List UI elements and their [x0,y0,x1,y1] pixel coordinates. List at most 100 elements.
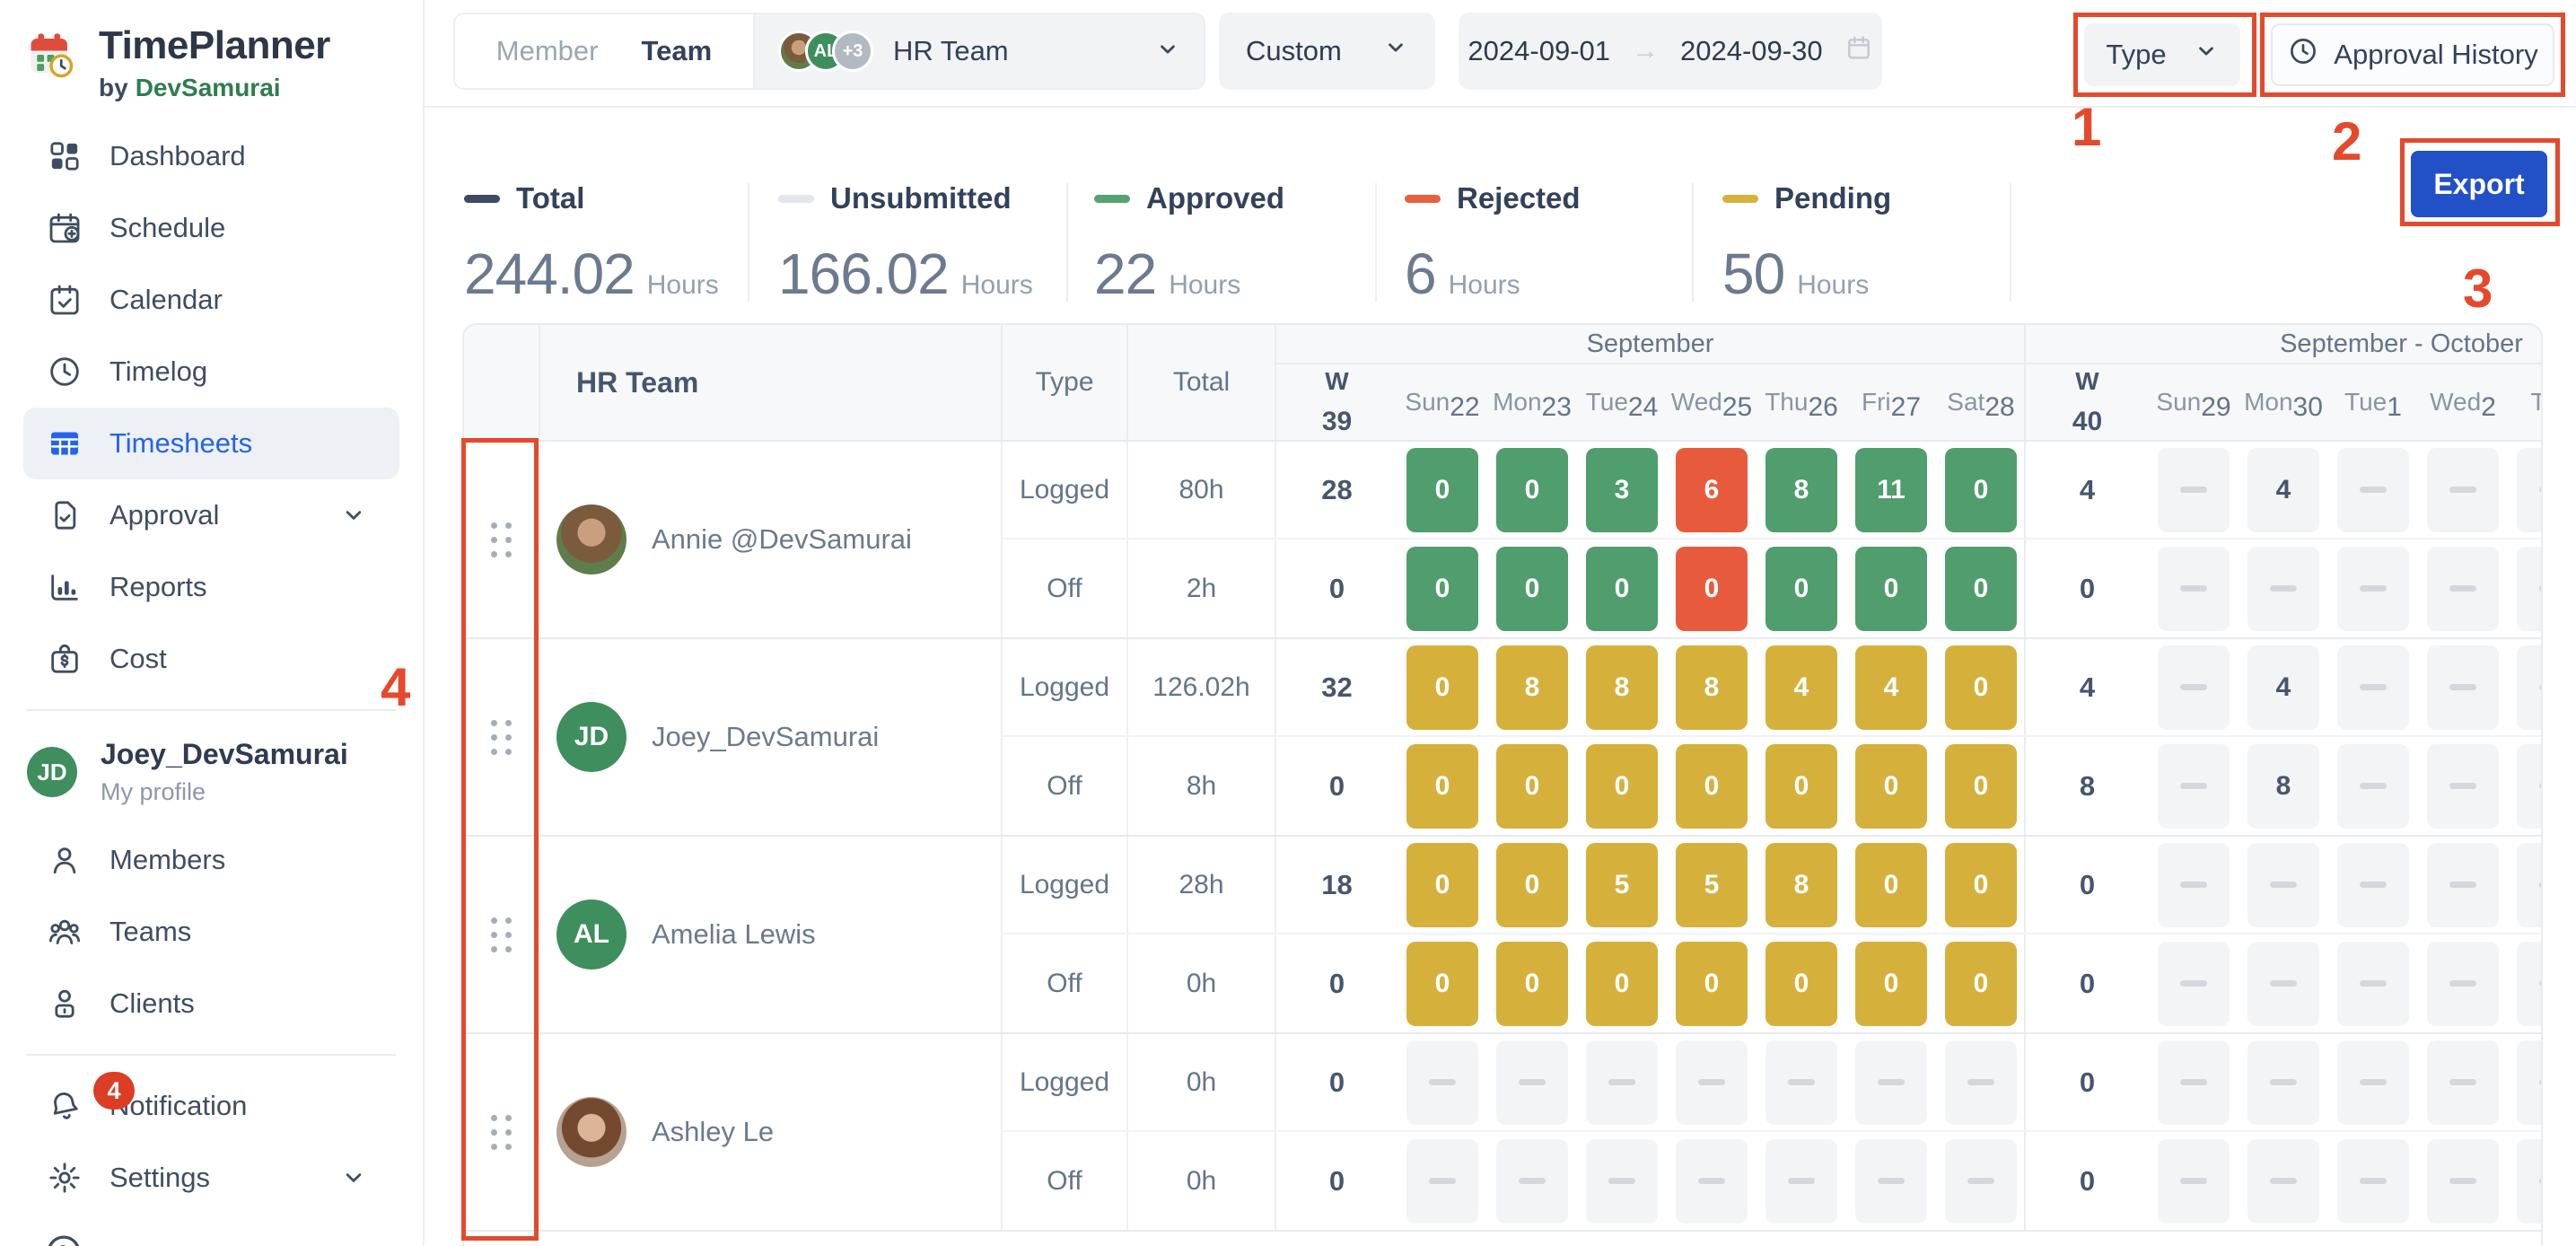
member-cell[interactable]: JDJoey_DevSamurai [540,639,1003,835]
day-cell[interactable] [1496,1040,1568,1125]
day-cell[interactable]: 8 [1766,448,1837,532]
day-cell[interactable] [2517,1040,2543,1125]
day-cell[interactable]: 5 [1586,843,1658,927]
sidebar-profile[interactable]: JD Joey_DevSamurai My profile [0,725,423,819]
day-cell[interactable] [2247,942,2319,1026]
day-cell[interactable] [1766,1040,1837,1125]
day-cell[interactable] [2427,448,2499,532]
day-cell[interactable]: 0 [1676,942,1748,1026]
day-cell[interactable] [1855,1139,1927,1224]
day-cell[interactable]: 0 [1496,942,1568,1026]
sidebar-item-members[interactable]: Members [23,824,399,896]
day-cell[interactable] [1496,1139,1568,1224]
member-cell[interactable]: ALAmelia Lewis [540,837,1003,1032]
day-cell[interactable] [2427,645,2499,730]
day-cell[interactable] [2517,744,2543,829]
sidebar-item-settings[interactable]: Settings [23,1142,399,1214]
day-cell[interactable] [1855,1040,1927,1125]
help-icon[interactable] [43,1232,84,1246]
day-cell[interactable] [2337,843,2409,927]
day-cell[interactable]: 0 [1766,744,1837,829]
day-cell[interactable]: 6 [1676,448,1748,532]
sidebar-item-clients[interactable]: Clients [23,968,399,1040]
day-cell[interactable]: 0 [1855,547,1927,631]
sidebar-item-approval[interactable]: Approval [23,479,399,551]
day-cell[interactable]: 0 [1496,744,1568,829]
date-preset-select[interactable]: Custom [1219,13,1435,90]
day-cell[interactable]: 4 [2247,448,2319,532]
day-cell[interactable] [2158,744,2230,829]
day-cell[interactable] [2337,448,2409,532]
day-cell[interactable]: 0 [1766,547,1837,631]
sidebar-item-cost[interactable]: Cost [23,623,399,695]
day-cell[interactable]: 0 [1496,843,1568,927]
day-cell[interactable] [2158,843,2230,927]
day-cell[interactable] [2158,448,2230,532]
day-cell[interactable]: 0 [1945,645,2017,730]
day-cell[interactable]: 11 [1855,448,1927,532]
sidebar-item-timelog[interactable]: Timelog [23,336,399,408]
day-cell[interactable]: 0 [1945,547,2017,631]
drag-handle[interactable] [491,720,512,755]
day-cell[interactable] [2247,1040,2319,1125]
drag-handle[interactable] [491,917,512,952]
day-cell[interactable]: 0 [1855,843,1927,927]
day-cell[interactable] [2517,547,2543,631]
team-selector[interactable]: AL +3 HR Team [753,14,1204,88]
approval-history-button[interactable]: Approval History [2271,23,2554,86]
day-cell[interactable]: 0 [1406,448,1478,532]
day-cell[interactable] [2158,645,2230,730]
day-cell[interactable] [1406,1040,1478,1125]
toggle-team[interactable]: Team [642,35,713,67]
member-cell[interactable]: Annie @DevSamurai [540,442,1003,637]
day-cell[interactable]: 0 [1406,645,1478,730]
type-filter-dropdown[interactable]: Type [2084,23,2240,86]
sidebar-item-dashboard[interactable]: Dashboard [23,120,399,192]
day-cell[interactable] [2517,645,2543,730]
day-cell[interactable]: 4 [1766,645,1837,730]
drag-handle[interactable] [491,522,512,557]
day-cell[interactable]: 0 [1676,547,1748,631]
day-cell[interactable] [2337,1040,2409,1125]
day-cell[interactable]: 4 [1855,645,1927,730]
day-cell[interactable] [1676,1139,1748,1224]
sidebar-item-teams[interactable]: Teams [23,896,399,968]
day-cell[interactable] [1766,1139,1837,1224]
day-cell[interactable] [2517,942,2543,1026]
day-cell[interactable]: 0 [1586,744,1658,829]
day-cell[interactable] [2158,1040,2230,1125]
day-cell[interactable] [1945,1139,2017,1224]
day-cell[interactable] [1586,1139,1658,1224]
toggle-member[interactable]: Member [496,35,599,67]
day-cell[interactable] [2517,448,2543,532]
sidebar-item-schedule[interactable]: Schedule [23,192,399,264]
day-cell[interactable]: 8 [1766,843,1837,927]
date-range-picker[interactable]: 2024-09-01 → 2024-09-30 [1459,13,1882,90]
day-cell[interactable]: 0 [1586,547,1658,631]
day-cell[interactable] [2247,1139,2319,1224]
day-cell[interactable] [2158,1139,2230,1224]
day-cell[interactable]: 0 [1945,942,2017,1026]
day-cell[interactable] [2337,645,2409,730]
day-cell[interactable] [2337,547,2409,631]
day-cell[interactable] [1945,1040,2017,1125]
day-cell[interactable]: 0 [1406,942,1478,1026]
day-cell[interactable] [2427,942,2499,1026]
sidebar-item-notification[interactable]: 4Notification [23,1070,399,1142]
day-cell[interactable]: 8 [1586,645,1658,730]
day-cell[interactable] [2427,1139,2499,1224]
day-cell[interactable] [2337,744,2409,829]
day-cell[interactable]: 8 [2247,744,2319,829]
day-cell[interactable]: 0 [1855,942,1927,1026]
day-cell[interactable]: 0 [1855,744,1927,829]
day-cell[interactable] [2247,547,2319,631]
day-cell[interactable] [2427,744,2499,829]
day-cell[interactable]: 0 [1766,942,1837,1026]
day-cell[interactable] [1586,1040,1658,1125]
day-cell[interactable] [2427,843,2499,927]
day-cell[interactable] [2517,843,2543,927]
day-cell[interactable] [2337,942,2409,1026]
sidebar-item-reports[interactable]: Reports [23,551,399,623]
day-cell[interactable]: 8 [1676,645,1748,730]
day-cell[interactable]: 0 [1945,744,2017,829]
